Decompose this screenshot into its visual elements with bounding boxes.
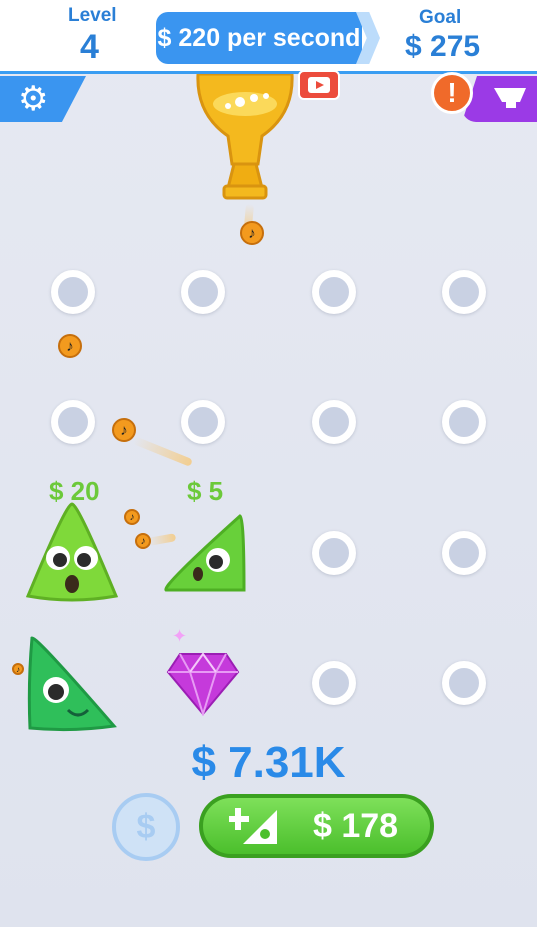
peg xyxy=(312,661,356,705)
peg xyxy=(442,270,486,314)
video-icon xyxy=(308,77,330,93)
income-rate-pill: $ 220 per second xyxy=(156,12,362,64)
note-trail xyxy=(132,436,193,467)
peg xyxy=(442,400,486,444)
music-note-coin: ♪ xyxy=(240,221,264,245)
gear-icon: ⚙ xyxy=(18,80,49,118)
level-value: 4 xyxy=(80,28,99,66)
music-note-coin: ♪ xyxy=(58,334,82,358)
buy-price: $ 178 xyxy=(313,806,399,845)
music-note-coin: ♪ xyxy=(12,663,24,675)
shop-icon xyxy=(494,88,526,108)
music-note-coin: ♪ xyxy=(124,509,140,525)
settings-button[interactable]: ⚙ xyxy=(0,76,86,122)
peg xyxy=(312,531,356,575)
music-note-coin: ♪ xyxy=(135,533,151,549)
peg xyxy=(181,400,225,444)
shop-button[interactable] xyxy=(462,76,537,122)
level-label: Level xyxy=(68,5,117,26)
alert-icon: ! xyxy=(447,77,457,108)
video-ad-button[interactable] xyxy=(298,70,340,100)
peg xyxy=(51,270,95,314)
creature-price-tag: $ 5 xyxy=(187,476,224,506)
green-triangle-creature[interactable] xyxy=(24,500,120,604)
goal-value: $ 275 xyxy=(405,30,481,63)
peg xyxy=(312,400,356,444)
alert-badge[interactable]: ! xyxy=(431,72,473,114)
green-triangle-creature[interactable] xyxy=(160,512,246,594)
peg xyxy=(181,270,225,314)
purple-gem[interactable] xyxy=(166,650,240,716)
total-money: $ 7.31K xyxy=(191,738,346,787)
peg xyxy=(442,531,486,575)
music-note-coin: ♪ xyxy=(112,418,136,442)
top-bar: Level 4 $ 220 per second Goal $ 275 xyxy=(0,0,537,74)
peg xyxy=(312,270,356,314)
convert-button[interactable]: $ xyxy=(112,793,180,861)
dark-green-triangle-creature[interactable] xyxy=(26,634,118,732)
sparkle-icon: ✦ xyxy=(172,626,188,646)
peg xyxy=(51,400,95,444)
currency-swap-icon: $ xyxy=(136,807,156,846)
add-triangle-icon xyxy=(229,808,277,844)
income-rate-text: $ 220 per second xyxy=(157,23,361,52)
goal-label: Goal xyxy=(419,7,462,28)
peg xyxy=(442,661,486,705)
golden-horn-funnel xyxy=(196,74,294,200)
buy-creature-button[interactable]: $ 178 xyxy=(199,794,434,858)
